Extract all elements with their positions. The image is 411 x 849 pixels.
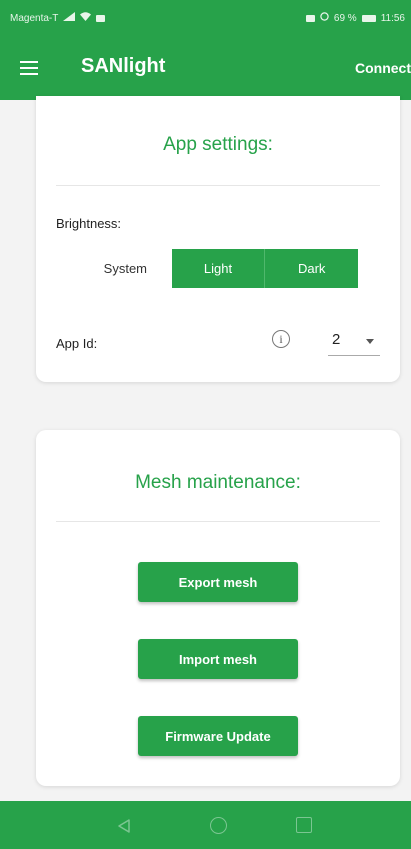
notification-icon — [96, 14, 106, 22]
app-id-label: App Id: — [56, 336, 98, 351]
import-mesh-button[interactable]: Import mesh — [138, 639, 298, 679]
system-nav-bar — [0, 801, 411, 849]
firmware-update-button[interactable]: Firmware Update — [138, 716, 298, 756]
status-time: 11:56 — [380, 12, 405, 24]
hamburger-menu-icon[interactable] — [20, 61, 38, 75]
app-bar: SANlight Connect — [0, 36, 411, 100]
battery-percent: 69 % — [333, 12, 357, 24]
brightness-option-system[interactable]: System — [79, 249, 172, 288]
signal-icon — [63, 12, 76, 24]
recent-apps-square-icon[interactable] — [296, 817, 312, 833]
brightness-segmented-control: System Light Dark — [79, 249, 359, 288]
app-id-value: 2 — [332, 331, 341, 348]
mesh-maintenance-card: Mesh maintenance: Export mesh Import mes… — [36, 430, 400, 786]
carrier-name: Magenta-T — [10, 12, 59, 24]
export-mesh-button[interactable]: Export mesh — [138, 562, 298, 602]
status-bar-left: Magenta-T — [10, 12, 106, 24]
app-id-select[interactable]: 2 — [328, 327, 380, 356]
status-bar: Magenta-T 69 % 11:56 — [0, 0, 411, 36]
brightness-label: Brightness: — [56, 216, 122, 231]
status-bar-right: 69 % 11:56 — [305, 12, 405, 24]
back-triangle-icon[interactable] — [118, 819, 130, 838]
connect-button[interactable]: Connect — [355, 60, 411, 76]
mesh-maintenance-title: Mesh maintenance: — [135, 472, 301, 493]
divider — [56, 521, 380, 522]
home-circle-icon[interactable] — [210, 817, 227, 834]
chevron-down-icon — [366, 339, 374, 344]
app-settings-card: App settings: Brightness: System Light D… — [36, 96, 400, 382]
brightness-option-light[interactable]: Light — [171, 249, 265, 288]
brightness-option-dark[interactable]: Dark — [264, 249, 359, 288]
wifi-icon — [80, 12, 92, 24]
app-settings-title: App settings: — [163, 134, 273, 155]
divider — [56, 185, 380, 186]
app-title: SANlight — [81, 55, 166, 77]
nfc-icon — [305, 14, 315, 22]
info-icon[interactable]: i — [272, 330, 290, 348]
battery-icon — [361, 14, 376, 22]
alarm-icon — [320, 12, 329, 24]
